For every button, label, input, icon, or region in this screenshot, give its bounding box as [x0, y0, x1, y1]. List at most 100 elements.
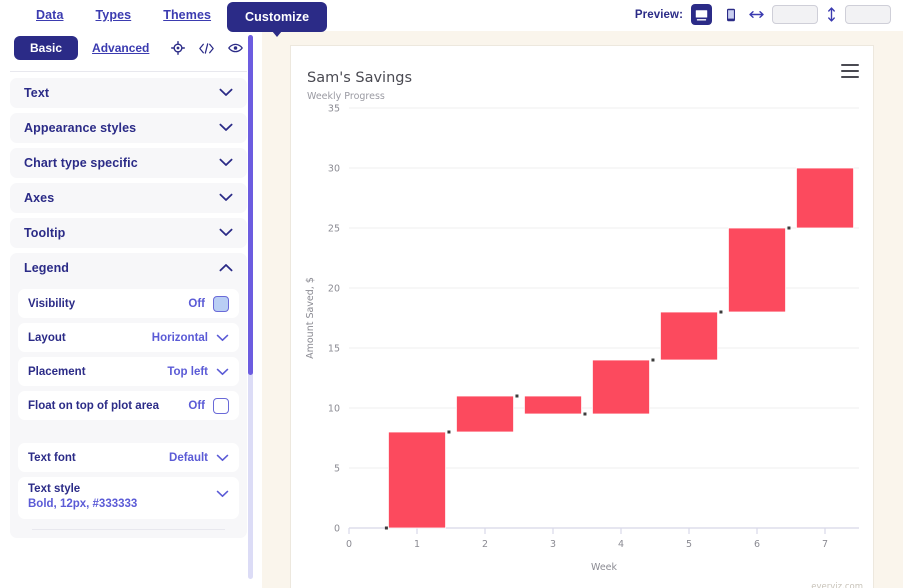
eye-icon[interactable]: [228, 41, 243, 56]
x-axis-tick-label: 6: [754, 539, 760, 550]
sidebar-subtab-bar: Basic Advanced: [0, 31, 257, 65]
x-axis-tick-label: 4: [618, 539, 624, 550]
row-label: Placement: [28, 365, 86, 378]
legend-visibility-row[interactable]: Visibility Off: [18, 289, 239, 318]
waterfall-bar[interactable]: [456, 395, 514, 433]
chart-preview-area: Sam's Savings Weekly Progress 0 5 10 15 20 25…: [262, 31, 903, 588]
sidebar-scrollbar-thumb[interactable]: [248, 35, 253, 375]
legend-text-font-row[interactable]: Text font Default: [18, 443, 239, 472]
row-value: Off: [188, 297, 205, 310]
desktop-glyph: [694, 8, 709, 21]
row-value: Horizontal: [151, 331, 208, 344]
chevron-down-icon: [219, 224, 233, 242]
row-control: Horizontal: [152, 329, 229, 347]
width-resize-icon: [749, 8, 764, 21]
y-axis-tick-label: 0: [334, 524, 340, 535]
y-axis-tick-label: 30: [328, 164, 340, 175]
row-value: Off: [188, 399, 205, 412]
connector-marker: [651, 358, 655, 362]
preview-controls: Preview:: [635, 4, 891, 25]
section-title: Text: [24, 86, 50, 100]
legend-settings-panel: Visibility Off Layout Horizontal Placeme…: [10, 283, 247, 538]
legend-placement-row[interactable]: Placement Top left: [18, 357, 239, 386]
vertical-arrows-glyph: [828, 7, 835, 22]
top-bar: Data Types Themes Customize Preview:: [0, 0, 903, 32]
waterfall-bar[interactable]: [592, 359, 650, 415]
x-axis-title: Week: [591, 562, 618, 573]
y-axis-tick-label: 5: [334, 464, 340, 475]
section-title: Chart type specific: [24, 156, 138, 170]
chevron-down-icon[interactable]: [216, 449, 229, 467]
target-glyph: [170, 41, 185, 55]
legend-float-checkbox[interactable]: [213, 397, 229, 414]
panel-spacer: [18, 425, 239, 443]
sidebar-section-tooltip[interactable]: Tooltip: [10, 218, 247, 248]
tab-themes[interactable]: Themes: [147, 0, 227, 30]
section-title: Appearance styles: [24, 121, 137, 135]
customize-sidebar: Basic Advanced Text Appearance styles Ch…: [0, 31, 257, 588]
tab-customize[interactable]: Customize: [227, 2, 328, 32]
y-axis-tick-label: 35: [328, 104, 340, 115]
subtab-basic[interactable]: Basic: [14, 36, 79, 60]
legend-float-row[interactable]: Float on top of plot area Off: [18, 391, 239, 420]
sidebar-icon-row: [170, 41, 243, 56]
chevron-down-icon[interactable]: [216, 485, 229, 503]
sidebar-section-appearance-styles[interactable]: Appearance styles: [10, 113, 247, 143]
row-control: Off: [188, 295, 229, 312]
y-axis-tick-label: 20: [328, 284, 340, 295]
x-axis-tick-label: 3: [550, 539, 556, 550]
waterfall-bar[interactable]: [388, 431, 446, 529]
code-glyph: [199, 42, 214, 54]
row-label: Layout: [28, 331, 66, 344]
tab-data[interactable]: Data: [20, 0, 80, 30]
y-axis-tick-label: 15: [328, 344, 340, 355]
connector-marker: [515, 394, 519, 398]
everviz-chart-editor: Data Types Themes Customize Preview: Bas…: [0, 0, 903, 588]
row-value: Bold, 12px, #333333: [28, 498, 138, 510]
preview-width-input[interactable]: [772, 5, 818, 24]
connector-marker: [787, 226, 791, 230]
subtab-advanced[interactable]: Advanced: [92, 41, 149, 55]
row-label: Text font: [28, 451, 76, 464]
x-axis-tick-label: 5: [686, 539, 692, 550]
x-axis-tick-label: 0: [346, 539, 352, 550]
legend-layout-row[interactable]: Layout Horizontal: [18, 323, 239, 352]
legend-text-style-row[interactable]: Text style Bold, 12px, #333333: [18, 477, 239, 519]
chevron-down-icon: [219, 154, 233, 172]
code-icon[interactable]: [199, 41, 214, 56]
waterfall-chart-svg[interactable]: 0 5 10 15 20 25 30 35 0 1 2 3 4 5 6 7 Amount Saved, $ Wee…: [291, 46, 875, 588]
section-title: Axes: [24, 191, 55, 205]
y-axis-tick-label: 25: [328, 224, 340, 235]
row-control: Default: [169, 449, 229, 467]
legend-visibility-checkbox[interactable]: [213, 295, 229, 312]
sidebar-section-chart-type-specific[interactable]: Chart type specific: [10, 148, 247, 178]
preview-height-input[interactable]: [845, 5, 891, 24]
eye-glyph: [228, 43, 243, 53]
x-axis-tick-label: 2: [482, 539, 488, 550]
mobile-glyph: [726, 8, 735, 21]
chevron-down-icon[interactable]: [216, 363, 229, 381]
waterfall-bar[interactable]: [796, 167, 854, 229]
row-value: Default: [169, 451, 208, 464]
sidebar-section-text[interactable]: Text: [10, 78, 247, 108]
horizontal-arrows-glyph: [749, 11, 764, 18]
sidebar-section-axes[interactable]: Axes: [10, 183, 247, 213]
connector-marker: [384, 526, 388, 530]
sidebar-scrollbar-track[interactable]: [248, 35, 253, 579]
chevron-down-icon: [219, 84, 233, 102]
waterfall-bar[interactable]: [524, 395, 582, 415]
chevron-down-icon[interactable]: [216, 329, 229, 347]
target-icon[interactable]: [170, 41, 185, 56]
sidebar-section-legend[interactable]: Legend: [10, 253, 247, 283]
row-label: Text style: [28, 483, 81, 495]
main-tab-bar: Data Types Themes Customize: [20, 0, 328, 32]
tab-types[interactable]: Types: [80, 0, 148, 30]
waterfall-bar[interactable]: [660, 311, 718, 361]
y-axis-tick-label: 10: [328, 404, 340, 415]
y-axis-title: Amount Saved, $: [305, 277, 316, 359]
desktop-icon[interactable]: [691, 4, 712, 25]
preview-label: Preview:: [634, 8, 683, 21]
connector-marker: [583, 412, 587, 416]
waterfall-bar[interactable]: [728, 227, 786, 313]
mobile-icon[interactable]: [720, 4, 741, 25]
